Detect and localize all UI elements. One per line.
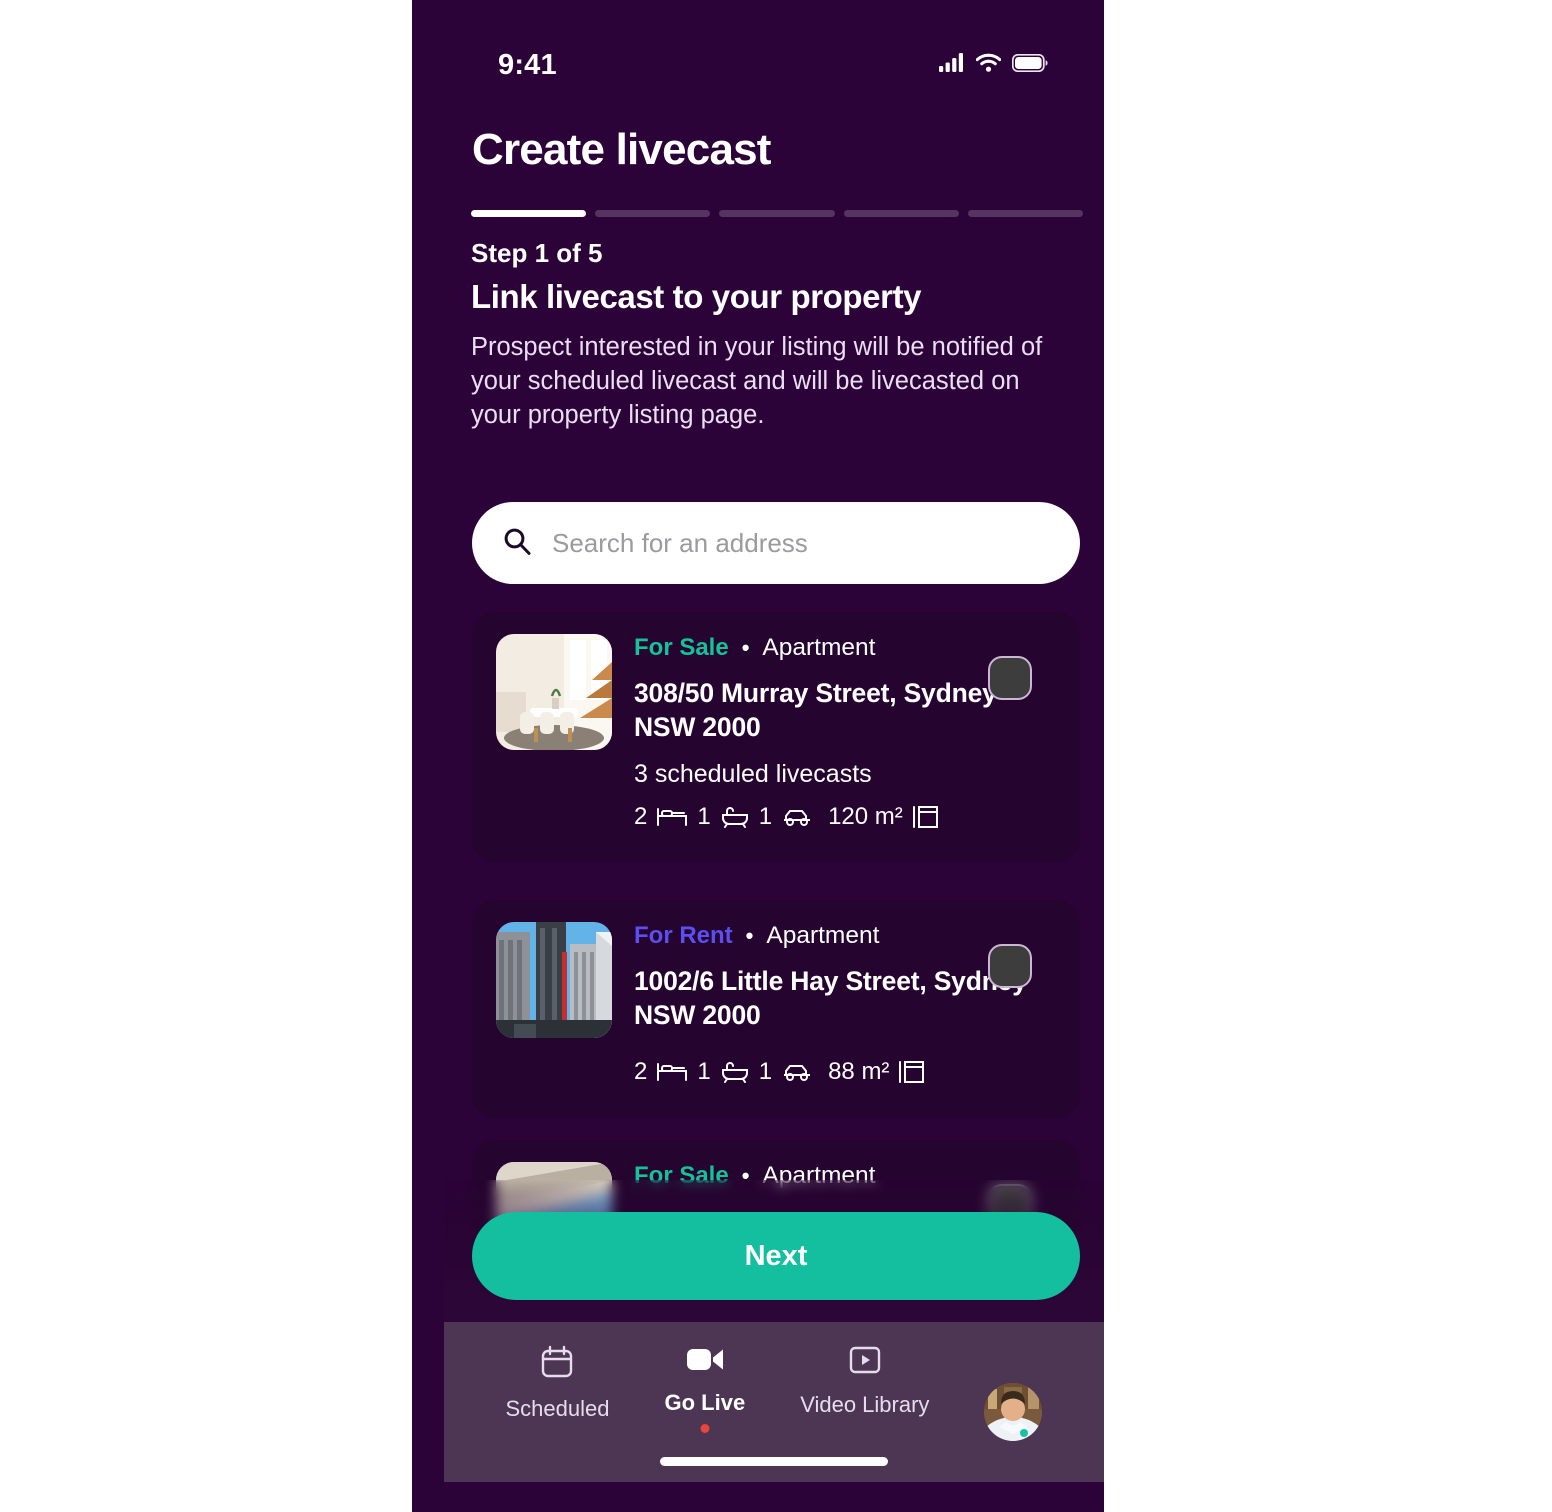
property-info: For Rent • Apartment 1002/6 Little Hay S… (634, 922, 1056, 1098)
nav-label: Video Library (800, 1392, 930, 1417)
car-count: 1 (758, 1058, 773, 1085)
search-bar[interactable]: Search for an address (472, 502, 1080, 584)
step-progress-bar (471, 210, 1084, 217)
progress-segment-4 (843, 210, 959, 217)
property-info: For Sale • Apartment 308/50 Murray Stree… (634, 634, 1056, 842)
meta-separator: • (745, 923, 754, 948)
page-gutter-left (0, 0, 412, 1512)
property-thumbnail (496, 634, 612, 750)
property-select-checkbox[interactable] (988, 944, 1032, 988)
property-list[interactable]: For Sale • Apartment 308/50 Murray Stree… (444, 612, 1104, 1360)
nav-item-video-library[interactable]: Video Library (800, 1344, 929, 1418)
status-badge: For Sale (634, 634, 729, 661)
floor-area: 88 m² (828, 1058, 890, 1085)
car-icon (781, 1061, 813, 1083)
scheduled-livecasts-count: 3 scheduled livecasts (634, 760, 872, 788)
floorplan-icon (912, 804, 940, 830)
phone-screen: 9:41 Create livecast Step 1 of 5 Link li… (444, 30, 1104, 1482)
car-count: 1 (758, 803, 773, 830)
step-heading: Link livecast to your property (471, 278, 922, 315)
step-description: Prospect interested in your listing will… (471, 333, 1043, 429)
calendar-icon (539, 1344, 575, 1385)
status-badge: For Rent (634, 922, 733, 949)
nav-label: Scheduled (505, 1396, 610, 1421)
video-camera-icon (686, 1344, 724, 1379)
bath-count: 1 (697, 803, 711, 830)
property-card[interactable]: For Rent • Apartment 1002/6 Little Hay S… (472, 900, 1080, 1118)
property-select-checkbox[interactable] (988, 656, 1032, 700)
step-counter-label: Step 1 of 5 (471, 238, 603, 268)
bed-count: 2 (634, 803, 648, 830)
floor-area: 120 m² (828, 803, 903, 830)
live-status-dot (700, 1424, 710, 1433)
home-indicator (660, 1457, 888, 1466)
property-card[interactable]: For Sale • Apartment 308/50 Murray Stree… (472, 612, 1080, 862)
nav-item-go-live[interactable]: Go Live (664, 1344, 746, 1433)
status-bar: 9:41 (444, 30, 1104, 100)
property-type: Apartment (762, 634, 876, 661)
meta-separator: • (741, 1163, 750, 1188)
nav-item-scheduled[interactable]: Scheduled (505, 1344, 610, 1422)
search-icon (502, 526, 532, 561)
next-button[interactable]: Next (472, 1212, 1080, 1300)
bed-icon (656, 1061, 688, 1083)
search-input[interactable]: Search for an address (552, 528, 808, 559)
progress-segment-2 (595, 210, 711, 217)
wifi-icon (975, 53, 1002, 77)
bath-count: 1 (697, 1058, 711, 1085)
property-thumbnail (496, 922, 612, 1038)
bed-count: 2 (634, 1058, 648, 1085)
progress-segment-5 (967, 210, 1084, 217)
status-badge: For Sale (634, 1162, 729, 1189)
progress-segment-1 (471, 210, 587, 217)
cellular-signal-icon (939, 53, 965, 77)
user-avatar[interactable] (984, 1382, 1043, 1441)
property-features-row: 2 1 (634, 1058, 1056, 1086)
status-icons-group (939, 53, 1048, 77)
battery-icon (1011, 53, 1048, 77)
page-title: Create livecast (472, 125, 771, 174)
nav-label: Go Live (664, 1390, 746, 1415)
car-icon (781, 806, 813, 828)
property-type: Apartment (766, 922, 880, 949)
page-root: 9:41 Create livecast Step 1 of 5 Link li… (0, 0, 1552, 1512)
bed-icon (656, 806, 688, 828)
floorplan-icon (898, 1059, 926, 1085)
bathtub-icon (720, 806, 750, 828)
property-type: Apartment (762, 1162, 876, 1189)
progress-segment-3 (719, 210, 835, 217)
page-gutter-right (1104, 0, 1552, 1512)
status-time: 9:41 (498, 48, 557, 81)
play-box-icon (847, 1344, 883, 1381)
bathtub-icon (720, 1061, 750, 1083)
meta-separator: • (741, 635, 750, 660)
property-features-row: 2 1 (634, 803, 1056, 831)
